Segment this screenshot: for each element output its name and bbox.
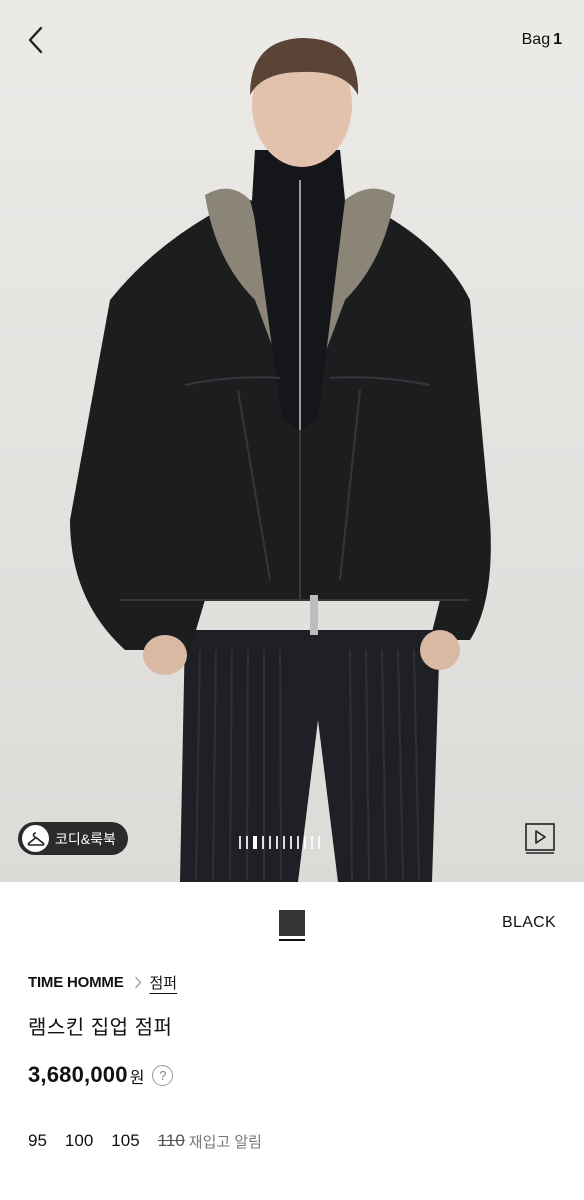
size-option-soldout: 110 [157,1131,185,1150]
price-unit: 원 [129,1070,145,1087]
pager-tick [297,836,299,849]
product-photo [70,38,491,882]
pager-tick [262,836,264,849]
video-play-button[interactable] [524,822,556,854]
pager-tick [283,836,285,849]
bag-button[interactable]: Bag 1 [522,28,562,52]
play-icon [525,823,555,854]
price-row: 3,680,000 원 ? [28,1061,174,1089]
category-link[interactable]: 점퍼 [150,972,178,993]
pager-tick [304,836,306,849]
size-option[interactable]: 100 [65,1131,93,1151]
pager-tick [311,836,313,849]
pager-tick [318,836,320,849]
pager-tick [253,836,257,849]
breadcrumb: TIME HOMME 점퍼 [28,972,177,992]
coordi-label: 코디&룩북 [55,830,116,847]
size-option[interactable]: 105 [111,1131,139,1151]
size-options: 95 100 105 110 재입고 알림 [28,1130,262,1152]
pager-tick [239,836,241,849]
pager-tick [290,836,292,849]
restock-alert-link[interactable]: 재입고 알림 [189,1131,262,1152]
color-swatch-black[interactable] [279,910,305,936]
product-image-gallery[interactable]: Bag 1 코디&룩북 [0,0,584,882]
bag-label: Bag [521,31,551,48]
product-name: 램스킨 집업 점퍼 [28,1017,173,1039]
selected-color-name: BLACK [502,914,556,931]
selected-color-indicator [279,939,305,941]
coordi-lookbook-button[interactable]: 코디&룩북 [18,822,128,855]
size-option[interactable]: 95 [28,1131,47,1151]
top-bar: Bag 1 [0,0,584,80]
brand-link[interactable]: TIME HOMME [28,974,124,991]
hanger-icon [22,825,49,852]
pager-tick [269,836,271,849]
pager-tick [246,836,248,849]
back-button[interactable] [14,18,58,62]
chevron-left-icon [28,26,43,54]
chevron-right-icon [134,976,142,989]
pager-tick [276,836,278,849]
question-circle-icon[interactable]: ? [152,1064,174,1086]
image-pager [239,836,320,849]
price-amount: 3,680,000 [28,1062,128,1087]
bag-count: 1 [553,31,562,48]
